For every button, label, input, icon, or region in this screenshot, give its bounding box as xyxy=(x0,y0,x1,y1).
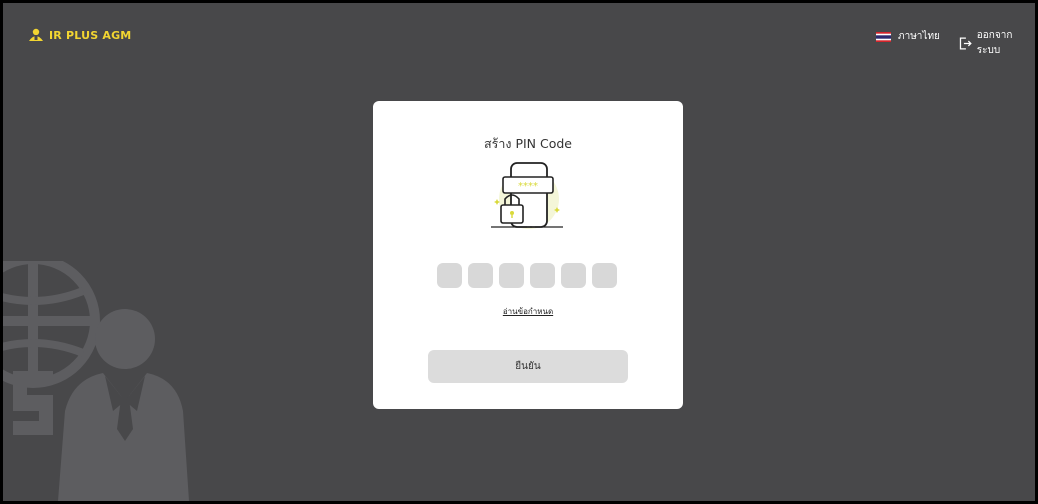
confirm-button[interactable]: ยืนยัน xyxy=(428,350,628,383)
pin-digit-5[interactable] xyxy=(561,263,586,288)
pin-digit-2[interactable] xyxy=(468,263,493,288)
pin-digit-6[interactable] xyxy=(592,263,617,288)
svg-text:****: **** xyxy=(518,181,538,192)
terms-link[interactable]: อ่านข้อกำหนด xyxy=(373,305,683,318)
pin-digit-3[interactable] xyxy=(499,263,524,288)
pin-digit-4[interactable] xyxy=(530,263,555,288)
thai-flag-icon xyxy=(876,31,891,42)
logout-button[interactable]: ออกจากระบบ xyxy=(959,28,1035,58)
brand-name: IR PLUS AGM xyxy=(49,28,132,42)
pin-digit-1[interactable] xyxy=(437,263,462,288)
language-switcher[interactable]: ภาษาไทย xyxy=(876,29,940,44)
pin-phone-lock-illustration: **** xyxy=(491,162,563,229)
language-label: ภาษาไทย xyxy=(898,31,940,42)
brand-logo-icon xyxy=(29,28,43,41)
card-title: สร้าง PIN Code xyxy=(484,136,572,151)
globe-businessman-illustration xyxy=(3,261,189,501)
app-background: IR PLUS AGM ภาษาไทย ออกจากระบบ สร้าง PIN… xyxy=(3,3,1035,501)
brand[interactable]: IR PLUS AGM xyxy=(27,28,131,42)
logout-label: ออกจากระบบ xyxy=(976,30,1013,56)
pin-card: สร้าง PIN Code **** อ่านข้อกำหนด ยืนยัน xyxy=(373,101,683,409)
logout-icon xyxy=(959,36,972,50)
pin-input-group xyxy=(437,263,617,288)
